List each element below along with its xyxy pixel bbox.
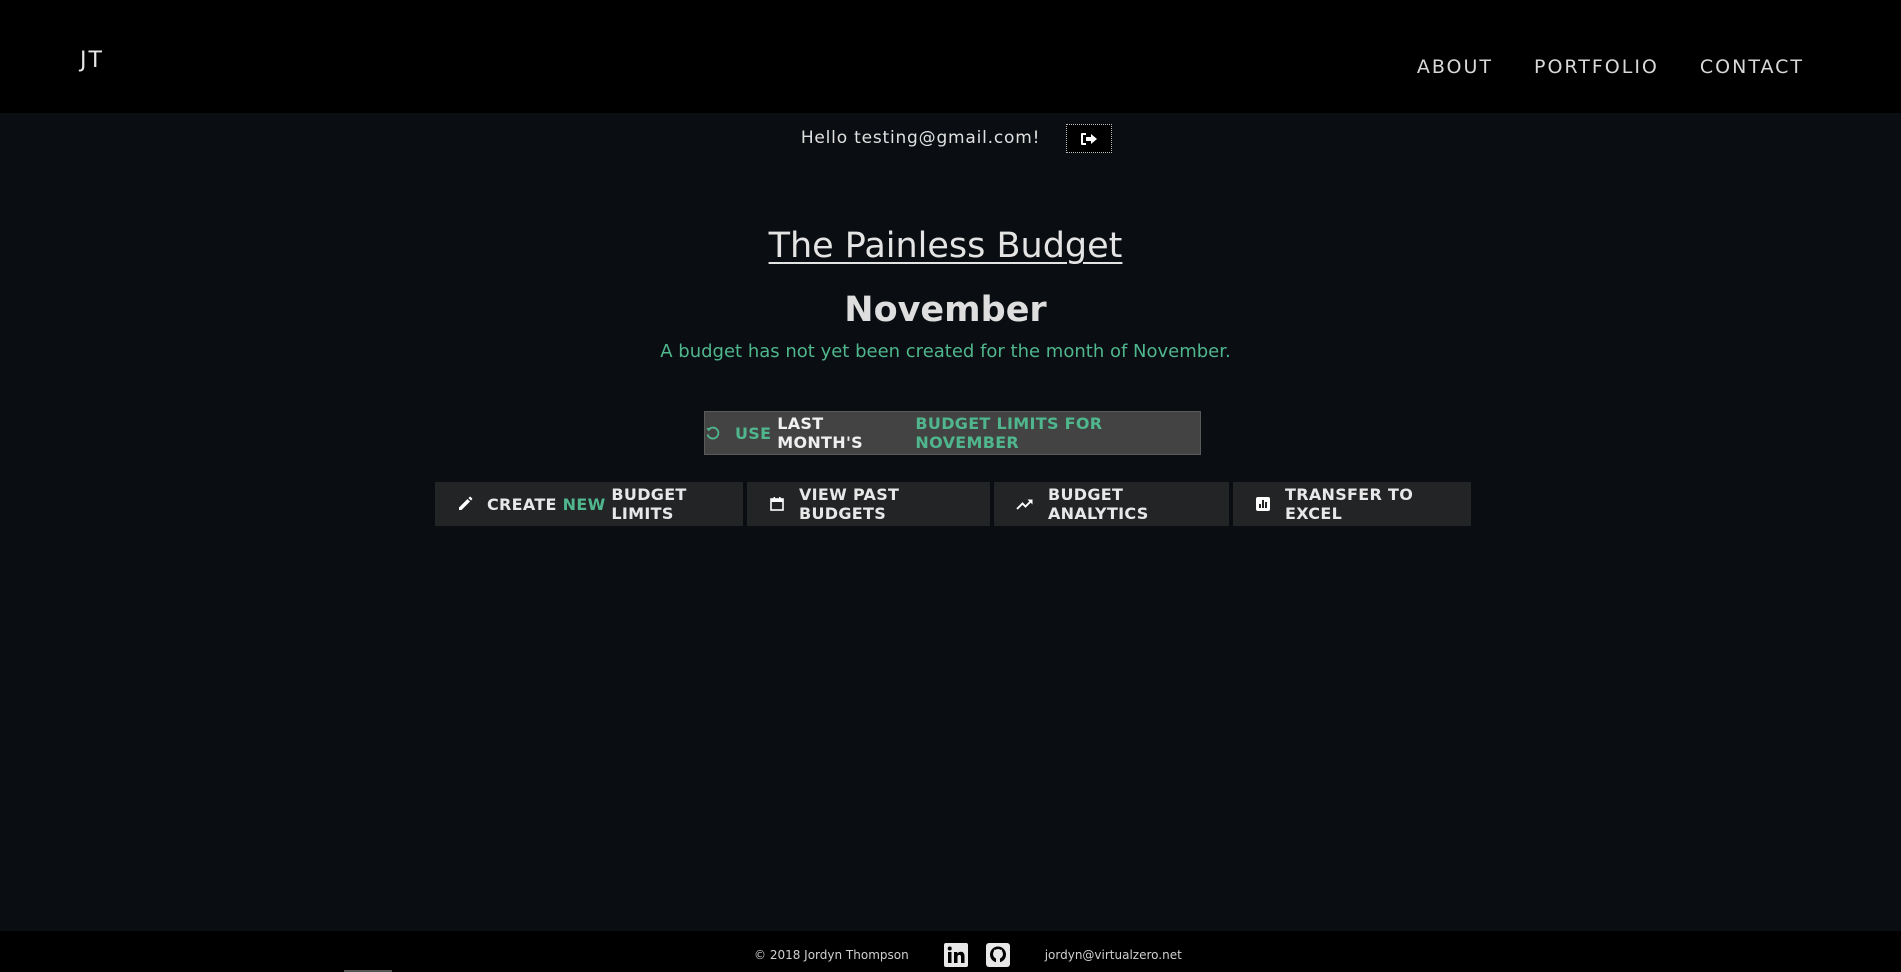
social-links (943, 943, 1010, 967)
refresh-icon (705, 425, 721, 441)
reuse-label-budget-limits: BUDGET LIMITS FOR NOVEMBER (915, 414, 1103, 452)
sign-out-icon (1080, 132, 1098, 146)
no-budget-notice: A budget has not yet been created for th… (660, 341, 1231, 362)
create-label-new: NEW (562, 494, 606, 514)
analytics-label: BUDGET ANALYTICS (1048, 485, 1149, 523)
footer-content: © 2018 Jordyn Thompson jordyn@virtualzer… (754, 943, 1182, 967)
site-footer: © 2018 Jordyn Thompson jordyn@virtualzer… (0, 931, 1901, 972)
page: JT ABOUT PORTFOLIO CONTACT Hello testing… (0, 0, 1901, 972)
top-navbar: JT ABOUT PORTFOLIO CONTACT (0, 0, 1901, 113)
use-last-month-budget-button[interactable]: USE LAST MONTH'S BUDGET LIMITS FOR NOVEM… (704, 411, 1201, 455)
calendar-icon (769, 496, 785, 512)
user-greeting: Hello testing@gmail.com! (0, 122, 1901, 153)
nav-link-about[interactable]: ABOUT (1417, 56, 1493, 78)
nav-link-portfolio[interactable]: PORTFOLIO (1534, 56, 1659, 78)
linkedin-icon[interactable] (943, 943, 968, 967)
excel-label: TRANSFER TO EXCEL (1285, 485, 1414, 523)
github-icon[interactable] (985, 943, 1010, 967)
budget-actions: CREATE NEW BUDGET LIMITS VIEW PAST BUDGE… (435, 482, 1471, 526)
view-past-label: VIEW PAST BUDGETS (799, 485, 900, 523)
nav-link-contact[interactable]: CONTACT (1700, 56, 1804, 78)
pencil-icon (457, 496, 473, 512)
reuse-label-use: USE (735, 423, 772, 443)
reuse-label-last-month: LAST MONTH'S (777, 414, 863, 452)
brand-logo[interactable]: JT (80, 48, 104, 73)
current-month: November (844, 290, 1047, 330)
contact-email-link[interactable]: jordyn@virtualzero.net (1045, 948, 1182, 962)
greeting-text: Hello testing@gmail.com! (800, 127, 1041, 148)
create-new-budget-button[interactable]: CREATE NEW BUDGET LIMITS (435, 482, 743, 526)
create-label-post: BUDGET LIMITS (611, 485, 687, 523)
main-nav: ABOUT PORTFOLIO CONTACT (1417, 56, 1804, 78)
app-title[interactable]: The Painless Budget (0, 226, 1896, 266)
create-label-pre: CREATE (487, 494, 557, 514)
budget-analytics-button[interactable]: BUDGET ANALYTICS (994, 482, 1229, 526)
logout-button[interactable] (1066, 124, 1113, 153)
trending-up-icon (1016, 497, 1034, 511)
copyright-text: © 2018 Jordyn Thompson (754, 948, 909, 962)
transfer-to-excel-button[interactable]: TRANSFER TO EXCEL (1233, 482, 1471, 526)
view-past-budgets-button[interactable]: VIEW PAST BUDGETS (747, 482, 990, 526)
bar-chart-icon (1255, 496, 1271, 512)
